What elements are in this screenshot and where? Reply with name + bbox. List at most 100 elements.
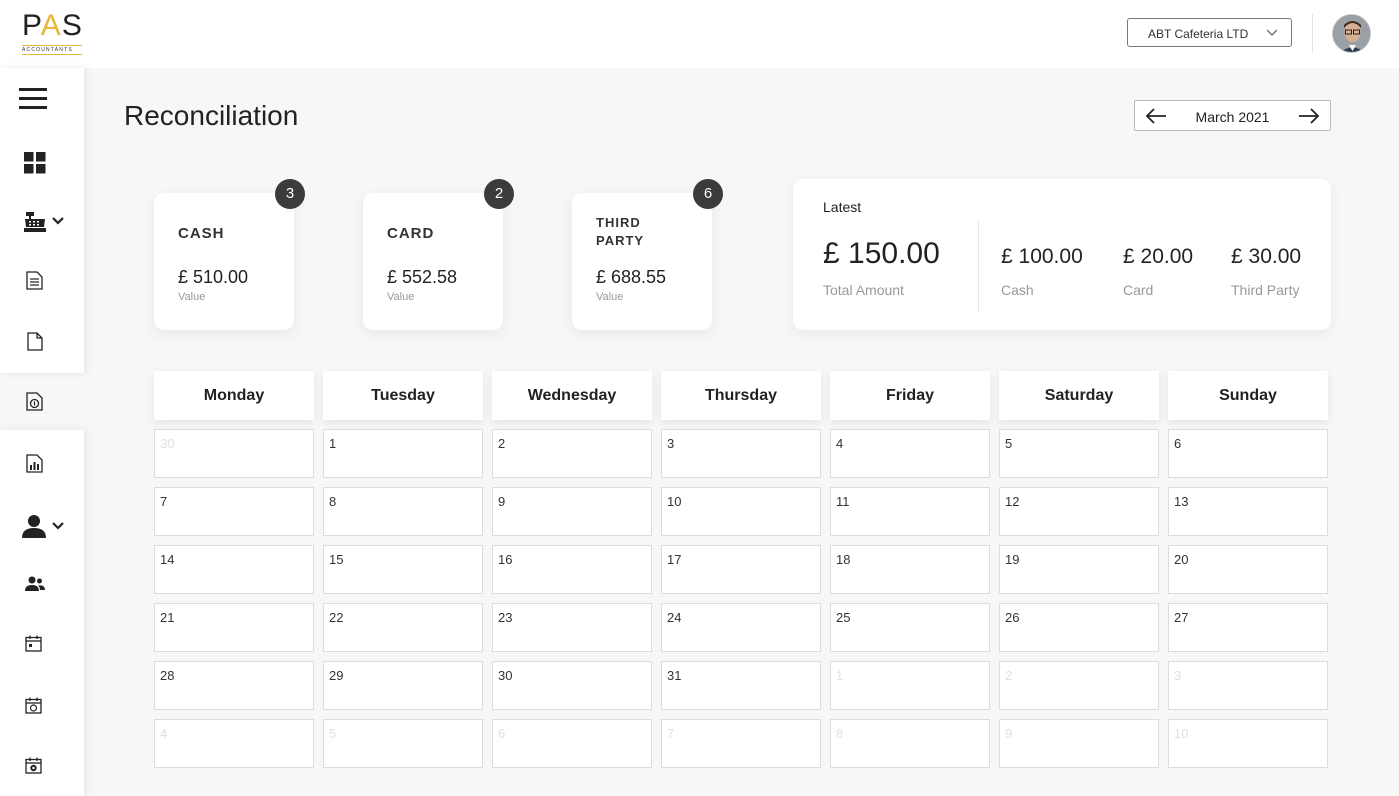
calendar-day-cell[interactable]: 6 xyxy=(1168,429,1328,478)
calendar-day-number: 14 xyxy=(160,552,175,567)
cash-card[interactable]: CASH £ 510.00 Value 3 xyxy=(154,179,305,330)
calendar-day-cell[interactable]: 24 xyxy=(661,603,821,652)
calendar-day-cell[interactable]: 8 xyxy=(323,487,483,536)
logo-subtitle: ACCOUNTANTS xyxy=(22,47,73,53)
avatar-image xyxy=(1333,15,1370,52)
calendar-day-cell[interactable]: 20 xyxy=(1168,545,1328,594)
third-party-card[interactable]: THIRD PARTY £ 688.55 Value 6 xyxy=(572,179,723,330)
calendar-day-number: 24 xyxy=(667,610,682,625)
report-icon[interactable] xyxy=(26,454,43,473)
calendar-day-number: 21 xyxy=(160,610,175,625)
card-title-line2: PARTY xyxy=(596,233,645,248)
calendar-day-cell-outside-month[interactable]: 1 xyxy=(830,661,990,710)
latest-total: £ 150.00 xyxy=(823,237,940,270)
logo-rule-bottom xyxy=(22,54,82,55)
calendar-day-cell[interactable]: 27 xyxy=(1168,603,1328,652)
latest-panel: Latest £ 150.00 Total Amount £ 100.00 Ca… xyxy=(793,179,1331,330)
calendar-day-cell[interactable]: 18 xyxy=(830,545,990,594)
card-title-line1: THIRD xyxy=(596,215,641,230)
calendar-day-cell-outside-month[interactable]: 2 xyxy=(999,661,1159,710)
card-title: THIRD PARTY xyxy=(596,214,644,250)
calendar-day-cell[interactable]: 2 xyxy=(492,429,652,478)
calendar-day-cell[interactable]: 23 xyxy=(492,603,652,652)
calendar-day-number: 26 xyxy=(1005,610,1020,625)
calendar-day-cell-outside-month[interactable]: 5 xyxy=(323,719,483,768)
calendar-day-cell[interactable]: 30 xyxy=(492,661,652,710)
company-select[interactable]: ABT Cafeteria LTD xyxy=(1127,18,1292,47)
calendar-day-cell[interactable]: 16 xyxy=(492,545,652,594)
calendar-day-cell[interactable]: 26 xyxy=(999,603,1159,652)
header-divider xyxy=(1312,14,1313,52)
calendar-day-cell[interactable]: 21 xyxy=(154,603,314,652)
hamburger-icon[interactable] xyxy=(19,88,47,110)
sidebar-bottom xyxy=(0,430,84,796)
calendar-day-cell[interactable]: 1 xyxy=(323,429,483,478)
user-avatar[interactable] xyxy=(1332,14,1371,53)
dashboard-icon[interactable] xyxy=(24,152,46,174)
calendar-day-cell[interactable]: 19 xyxy=(999,545,1159,594)
calendar-day-cell[interactable]: 5 xyxy=(999,429,1159,478)
calendar-day-cell[interactable]: 17 xyxy=(661,545,821,594)
calendar-day-cell[interactable]: 13 xyxy=(1168,487,1328,536)
user-menu[interactable] xyxy=(22,514,66,538)
calendar-day-cell-outside-month[interactable]: 10 xyxy=(1168,719,1328,768)
calendar-day-number: 2 xyxy=(1005,668,1013,683)
latest-cash-label: Cash xyxy=(1001,282,1034,298)
calendar-day-cell[interactable]: 25 xyxy=(830,603,990,652)
users-icon[interactable] xyxy=(25,576,45,591)
calendar-day-cell-outside-month[interactable]: 7 xyxy=(661,719,821,768)
file-icon[interactable] xyxy=(27,332,43,351)
calendar-day-cell[interactable]: 15 xyxy=(323,545,483,594)
calendar-day-cell-outside-month[interactable]: 9 xyxy=(999,719,1159,768)
calendar-day-number: 3 xyxy=(1174,668,1182,683)
calendar-day-cell-outside-month[interactable]: 4 xyxy=(154,719,314,768)
calendar-day-number: 1 xyxy=(329,436,337,451)
card-value-label: Value xyxy=(178,291,206,303)
calendar-day-cell[interactable]: 7 xyxy=(154,487,314,536)
calendar-day-number: 25 xyxy=(836,610,851,625)
calendar-day-number: 6 xyxy=(1174,436,1182,451)
money-document-icon[interactable] xyxy=(26,392,43,411)
day-header-friday: Friday xyxy=(830,371,990,420)
calendar-day-number: 10 xyxy=(1174,726,1189,741)
arrow-right-icon[interactable] xyxy=(1298,107,1320,125)
calendar-day-number: 18 xyxy=(836,552,851,567)
card-value-label: Value xyxy=(596,291,624,303)
count-badge: 3 xyxy=(275,179,305,209)
sidebar-top xyxy=(0,68,84,373)
day-header-tuesday: Tuesday xyxy=(323,371,483,420)
calendar-day-cell[interactable]: 10 xyxy=(661,487,821,536)
company-select-label: ABT Cafeteria LTD xyxy=(1148,27,1249,41)
card-amount: £ 510.00 xyxy=(178,267,249,287)
latest-title: Latest xyxy=(823,199,862,215)
calendar-day-number: 8 xyxy=(329,494,337,509)
calendar-day-cell[interactable]: 22 xyxy=(323,603,483,652)
document-icon[interactable] xyxy=(26,271,43,290)
calendar-day-cell[interactable]: 29 xyxy=(323,661,483,710)
cash-register-menu[interactable] xyxy=(24,210,66,232)
calendar-day-cell[interactable]: 9 xyxy=(492,487,652,536)
day-header-saturday: Saturday xyxy=(999,371,1159,420)
calendar-day-cell[interactable]: 4 xyxy=(830,429,990,478)
count-badge: 2 xyxy=(484,179,514,209)
calendar-day-cell[interactable]: 31 xyxy=(661,661,821,710)
calendar-day-cell-outside-month[interactable]: 3 xyxy=(1168,661,1328,710)
calendar-day-cell[interactable]: 12 xyxy=(999,487,1159,536)
calendar-day-number: 17 xyxy=(667,552,682,567)
calendar-day-cell[interactable]: 11 xyxy=(830,487,990,536)
calendar-day-cell[interactable]: 14 xyxy=(154,545,314,594)
calendar-day-number: 5 xyxy=(1005,436,1013,451)
chevron-down-icon xyxy=(1267,29,1277,36)
calendar-day-cell-outside-month[interactable]: 30 xyxy=(154,429,314,478)
card-amount: £ 688.55 xyxy=(596,267,667,287)
calendar-icon[interactable] xyxy=(25,635,42,652)
calendar-day-number: 27 xyxy=(1174,610,1189,625)
card-card[interactable]: CARD £ 552.58 Value 2 xyxy=(363,179,514,330)
calendar-clock-icon[interactable] xyxy=(25,697,42,714)
calendar-day-cell[interactable]: 28 xyxy=(154,661,314,710)
calendar-day-cell-outside-month[interactable]: 6 xyxy=(492,719,652,768)
calendar-day-cell[interactable]: 3 xyxy=(661,429,821,478)
pas-logo[interactable]: PAS ACCOUNTANTS xyxy=(22,11,84,57)
calendar-day-cell-outside-month[interactable]: 8 xyxy=(830,719,990,768)
calendar-settings-icon[interactable] xyxy=(25,757,42,774)
